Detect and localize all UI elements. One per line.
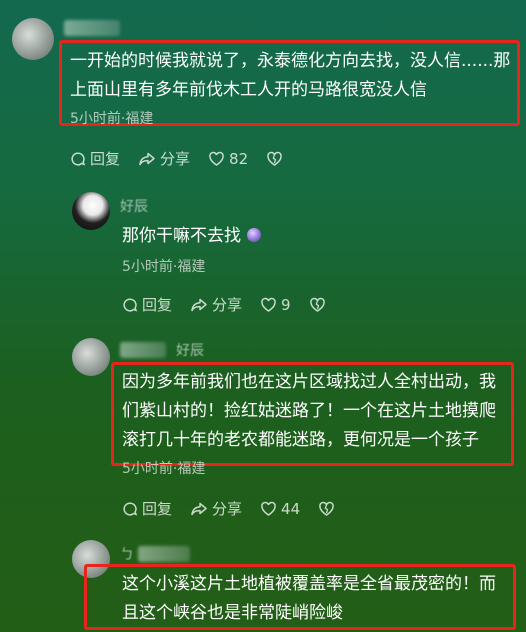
avatar[interactable] <box>72 192 110 230</box>
comment-text: 那你干嘛不去找 <box>122 222 261 251</box>
like-count: 82 <box>229 149 249 168</box>
username-blurred <box>120 342 166 358</box>
comment-actions: 回复 分享 44 <box>122 498 357 519</box>
like-button[interactable]: 44 <box>260 500 300 518</box>
comment-actions: 回复 分享 82 <box>70 148 305 169</box>
heart-icon <box>209 151 224 166</box>
comment-line: 因为多年前我们也在这片区域找过人全村出动，我 <box>122 372 496 392</box>
heart-icon <box>261 297 276 312</box>
share-icon <box>191 298 207 311</box>
dislike-button[interactable] <box>318 501 339 517</box>
broken-heart-icon <box>267 151 282 166</box>
share-label: 分享 <box>160 150 191 168</box>
share-button[interactable]: 分享 <box>190 498 242 519</box>
comment-line: 一开始的时候我就说了，永泰德化方向去找，没人信......那 <box>70 51 511 71</box>
comment-text: 因为多年前我们也在这片区域找过人全村出动，我 们紫山村的！捡红姑迷路了！一个在这… <box>122 368 496 455</box>
comment-line: 上面山里有多年前伐木工人开的马路很宽没人信 <box>70 80 427 100</box>
reply-button[interactable]: 回复 <box>70 148 120 169</box>
reply-label: 回复 <box>142 296 173 314</box>
username[interactable]: 好辰 <box>120 196 148 216</box>
reply-label: 回复 <box>142 500 173 518</box>
share-button[interactable]: 分享 <box>138 148 190 169</box>
heart-icon <box>261 501 276 516</box>
share-button[interactable]: 分享 <box>190 294 242 315</box>
reply-icon <box>71 151 86 166</box>
comment-text: 一开始的时候我就说了，永泰德化方向去找，没人信......那 上面山里有多年前伐… <box>70 47 510 105</box>
username[interactable]: 好辰 <box>176 340 204 360</box>
reply-button[interactable]: 回复 <box>122 294 172 315</box>
share-icon <box>139 152 155 165</box>
avatar[interactable] <box>72 338 110 376</box>
emoji-icon <box>247 228 261 242</box>
comment-line: 滚打几十年的老农都能迷路，更何况是一个孩子 <box>122 430 479 450</box>
share-icon <box>191 502 207 515</box>
comment-actions: 回复 分享 9 <box>122 294 348 315</box>
comment-meta: 5小时前·福建 <box>122 461 206 477</box>
comment-meta: 5小时前·福建 <box>122 259 206 275</box>
reply-icon <box>123 297 138 312</box>
reply-label: 回复 <box>90 150 121 168</box>
reply-button[interactable]: 回复 <box>122 498 172 519</box>
comment-line: 们紫山村的！捡红姑迷路了！一个在这片土地摸爬 <box>122 401 496 421</box>
broken-heart-icon <box>319 501 334 516</box>
avatar[interactable] <box>12 18 54 60</box>
username[interactable]: ㄅ <box>120 544 134 564</box>
dislike-button[interactable] <box>266 151 287 167</box>
like-count: 44 <box>281 499 301 518</box>
username-blurred <box>138 546 190 562</box>
comment-text: 这个小溪这片土地植被覆盖率是全省最茂密的！而 且这个峡谷也是非常陡峭险峻 <box>122 570 496 628</box>
comment-meta: 5小时前·福建 <box>70 111 154 127</box>
share-label: 分享 <box>212 500 243 518</box>
dislike-button[interactable] <box>309 297 330 313</box>
comment-line: 这个小溪这片土地植被覆盖率是全省最茂密的！而 <box>122 574 496 594</box>
like-count: 9 <box>281 295 291 314</box>
share-label: 分享 <box>212 296 243 314</box>
like-button[interactable]: 82 <box>208 150 248 168</box>
username-blurred <box>64 20 120 36</box>
reply-icon <box>123 501 138 516</box>
comment-line: 那你干嘛不去找 <box>122 226 241 246</box>
like-button[interactable]: 9 <box>260 296 291 314</box>
comment-line: 且这个峡谷也是非常陡峭险峻 <box>122 603 343 623</box>
broken-heart-icon <box>309 297 325 312</box>
